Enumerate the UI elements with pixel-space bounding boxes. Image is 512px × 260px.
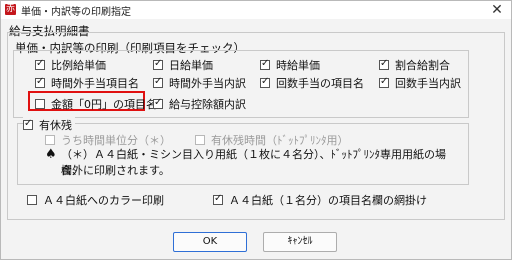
checkbox-box[interactable] (260, 58, 270, 70)
cancel-button[interactable]: ｷｬﾝｾﾙ (263, 232, 337, 252)
checkbox-label: うち時間単位分（＊） (61, 134, 171, 147)
title-bar: 赤 単価・内訳等の印刷指定 ✕ (1, 1, 511, 19)
checkbox-label: Ａ４白紙へのカラー印刷 (43, 194, 164, 207)
checkbox-box[interactable] (45, 135, 55, 145)
close-button[interactable]: ✕ (487, 1, 507, 19)
checkbox-box[interactable] (153, 97, 163, 109)
checkbox-overtime-item-name[interactable]: 時間外手当項目名 (35, 75, 139, 91)
checkbox-count-allowance-name[interactable]: 回数手当の項目名 (260, 75, 364, 91)
checkbox-overtime-breakdown[interactable]: 時間外手当内訳 (153, 75, 246, 91)
checkbox-label: 回数手当内訳 (395, 77, 461, 90)
spade-icon: ♠ (45, 147, 57, 162)
checkbox-label: 給与控除額内訳 (169, 98, 246, 111)
checkbox-box[interactable] (213, 193, 223, 205)
checkbox-label: 回数手当の項目名 (276, 77, 364, 90)
checkbox-deduction-breakdown[interactable]: 給与控除額内訳 (153, 96, 246, 112)
checkbox-ratio-rate[interactable]: 割合給割合 (379, 57, 450, 73)
checkbox-label: 比例給単価 (51, 59, 106, 72)
checkbox-box[interactable] (35, 99, 45, 109)
checkbox-zero-amount-item-name[interactable]: 金額「0円」の項目名 (35, 96, 157, 112)
checkbox-leave-hours[interactable]: 有休残時間（ﾄﾞｯﾄﾌﾟﾘﾝﾀ用） (195, 132, 349, 148)
checkbox-box[interactable] (153, 76, 163, 88)
checkbox-box[interactable] (23, 118, 33, 130)
checkbox-box[interactable] (260, 76, 270, 88)
checkbox-label: 有休残 (39, 119, 72, 132)
checkbox-count-allowance-breakdown[interactable]: 回数手当内訳 (379, 75, 461, 91)
checkbox-hour-unit[interactable]: うち時間単位分（＊） (45, 132, 171, 148)
checkbox-label: 割合給割合 (395, 59, 450, 72)
checkbox-label: 金額「0円」の項目名 (51, 98, 157, 111)
checkbox-box[interactable] (153, 58, 163, 70)
checkbox-color-print[interactable]: Ａ４白紙へのカラー印刷 (27, 192, 164, 208)
checkbox-proportional-rate[interactable]: 比例給単価 (35, 57, 106, 73)
checkbox-label: 時給単価 (276, 59, 320, 72)
app-icon: 赤 (5, 4, 16, 15)
checkbox-box[interactable] (27, 195, 37, 205)
checkbox-hourly-rate[interactable]: 時給単価 (260, 57, 320, 73)
checkbox-label: Ａ４白紙（１名分）の項目名欄の網掛け (229, 194, 427, 207)
checkbox-box[interactable] (195, 135, 205, 145)
checkbox-label: 日給単価 (169, 59, 213, 72)
ok-button[interactable]: OK (173, 232, 247, 252)
window-title: 単価・内訳等の印刷指定 (21, 7, 131, 18)
checkbox-box[interactable] (35, 58, 45, 70)
checkbox-box[interactable] (379, 76, 389, 88)
checkbox-label: 時間外手当内訳 (169, 77, 246, 90)
dialog-window: 赤 単価・内訳等の印刷指定 ✕ 給与支払明細書 単価・内訳等の印刷（印刷項目をチ… (0, 0, 512, 260)
checkbox-label: 時間外手当項目名 (51, 77, 139, 90)
checkbox-mesh-shading[interactable]: Ａ４白紙（１名分）の項目名欄の網掛け (213, 192, 427, 208)
checkbox-daily-rate[interactable]: 日給単価 (153, 57, 213, 73)
checkbox-box[interactable] (35, 76, 45, 88)
checkbox-paid-leave[interactable]: 有休残 (23, 117, 75, 133)
checkbox-box[interactable] (379, 58, 389, 70)
note-line-2: 欄外に印刷されます。 (61, 164, 170, 177)
checkbox-label: 有休残時間（ﾄﾞｯﾄﾌﾟﾘﾝﾀ用） (211, 134, 349, 147)
